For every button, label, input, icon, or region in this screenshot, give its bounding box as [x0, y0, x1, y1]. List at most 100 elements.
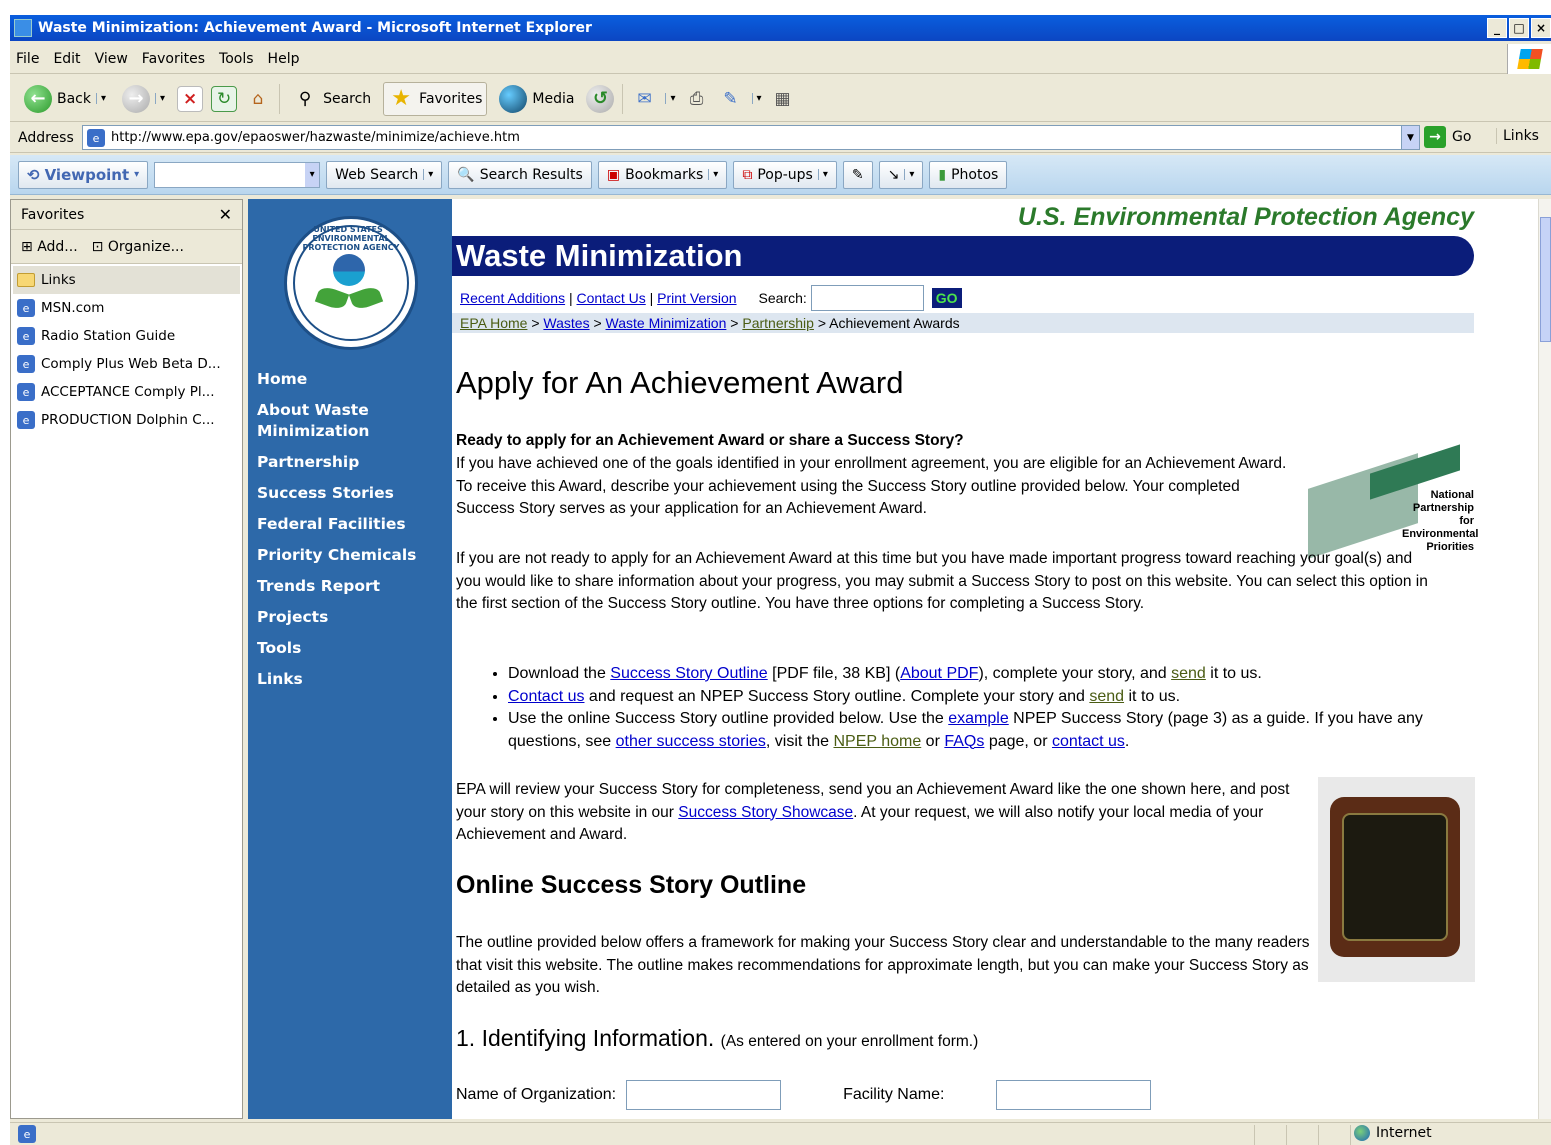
links-toolbar[interactable]: Links: [1496, 128, 1539, 144]
history-icon[interactable]: ↺: [586, 84, 615, 113]
toolbar-separator-2: [622, 83, 624, 114]
nav-success-stories[interactable]: Success Stories: [257, 483, 416, 504]
menu-file[interactable]: File: [16, 51, 39, 67]
list-text: page, or: [984, 732, 1052, 750]
contact-us-link[interactable]: Contact Us: [577, 290, 646, 306]
web-search-button[interactable]: Web Search ▾: [326, 160, 443, 189]
favorite-item[interactable]: e PRODUCTION Dolphin C...: [17, 406, 236, 434]
go-button[interactable]: → Go: [1424, 126, 1471, 148]
other-success-stories-link[interactable]: other success stories: [616, 733, 766, 750]
organize-favorites-button[interactable]: ⊡ Organize...: [92, 239, 184, 255]
organization-name-field[interactable]: [626, 1080, 782, 1110]
seal-text: UNITED STATES · ENVIRONMENTAL PROTECTION…: [302, 225, 400, 252]
back-button[interactable]: ← Back ▾: [20, 82, 110, 116]
favorite-item[interactable]: e Radio Station Guide: [17, 322, 236, 350]
photos-icon: ▮: [938, 166, 947, 183]
menu-edit[interactable]: Edit: [53, 51, 80, 67]
favorite-item[interactable]: e ACCEPTANCE Comply Pl...: [17, 378, 236, 406]
recent-additions-link[interactable]: Recent Additions: [460, 290, 565, 306]
home-icon[interactable]: ⌂: [245, 86, 271, 112]
photos-button[interactable]: ▮ Photos: [929, 160, 1008, 189]
award-plaque-image: [1318, 777, 1475, 982]
list-item: Contact us and request an NPEP Success S…: [508, 686, 1468, 709]
bookmarks-button[interactable]: ▣ Bookmarks ▾: [597, 160, 728, 189]
options-button[interactable]: ↘ ▾: [878, 160, 924, 189]
forward-button[interactable]: → ▾: [118, 82, 169, 116]
favorite-item[interactable]: Links: [13, 266, 240, 294]
left-navigation: UNITED STATES · ENVIRONMENTAL PROTECTION…: [248, 199, 452, 1119]
agency-name[interactable]: U.S. Environmental Protection Agency: [1018, 203, 1474, 232]
forward-dropdown-icon[interactable]: ▾: [155, 93, 165, 104]
nav-projects[interactable]: Projects: [257, 607, 416, 628]
popups-icon: ⧉: [742, 166, 753, 183]
back-dropdown-icon[interactable]: ▾: [96, 93, 106, 104]
favorites-close-icon[interactable]: ✕: [219, 205, 232, 224]
success-story-outline-link[interactable]: Success Story Outline: [610, 665, 767, 682]
facility-name-field[interactable]: [996, 1080, 1152, 1110]
send-link[interactable]: send: [1089, 688, 1124, 705]
edit-dropdown-icon[interactable]: ▾: [751, 93, 762, 104]
favorite-item-label: PRODUCTION Dolphin C...: [41, 412, 215, 428]
nav-home[interactable]: Home: [257, 369, 416, 390]
research-icon[interactable]: ▦: [770, 86, 796, 112]
media-button[interactable]: Media: [495, 82, 578, 116]
maximize-button[interactable]: □: [1509, 18, 1529, 38]
favorites-panel: Favorites ✕ ⊞ Add... ⊡ Organize... Links…: [10, 199, 243, 1119]
nav-tools[interactable]: Tools: [257, 638, 416, 659]
breadcrumb-epa-home[interactable]: EPA Home: [460, 315, 527, 331]
windows-flag-icon: [1516, 49, 1543, 69]
stop-icon[interactable]: ×: [177, 85, 204, 112]
toolbar-search-input[interactable]: [154, 161, 321, 188]
breadcrumb-wastes[interactable]: Wastes: [543, 315, 589, 331]
epa-seal-logo[interactable]: UNITED STATES · ENVIRONMENTAL PROTECTION…: [284, 216, 418, 350]
example-link[interactable]: example: [948, 710, 1008, 727]
menu-help[interactable]: Help: [268, 51, 300, 67]
contact-us-link-2[interactable]: contact us: [1052, 733, 1125, 750]
favorite-item[interactable]: e Comply Plus Web Beta D...: [17, 350, 236, 378]
edit-icon[interactable]: ✎: [718, 86, 744, 112]
npep-home-link[interactable]: NPEP home: [833, 733, 921, 750]
search-results-button[interactable]: 🔍 Search Results: [448, 160, 592, 189]
address-dropdown-icon[interactable]: ▼: [1401, 126, 1419, 149]
menu-view[interactable]: View: [95, 51, 128, 67]
print-version-link[interactable]: Print Version: [657, 290, 736, 306]
nav-priority-chemicals[interactable]: Priority Chemicals: [257, 545, 416, 566]
nav-trends-report[interactable]: Trends Report: [257, 576, 416, 597]
contact-us-inline-link[interactable]: Contact us: [508, 688, 584, 705]
menu-favorites[interactable]: Favorites: [142, 51, 205, 67]
nav-partnership[interactable]: Partnership: [257, 452, 416, 473]
mail-dropdown-icon[interactable]: ▾: [665, 93, 676, 104]
breadcrumb-waste-minimization[interactable]: Waste Minimization: [606, 315, 727, 331]
favorite-item[interactable]: e MSN.com: [17, 294, 236, 322]
success-story-showcase-link[interactable]: Success Story Showcase: [678, 804, 853, 821]
refresh-icon[interactable]: ↻: [211, 85, 238, 112]
breadcrumb-partnership[interactable]: Partnership: [742, 315, 814, 331]
window-controls: _ □ ×: [1487, 18, 1551, 38]
address-input[interactable]: e http://www.epa.gov/epaoswer/hazwaste/m…: [82, 125, 1420, 150]
favorites-button[interactable]: ★ Favorites: [383, 81, 488, 116]
highlight-button[interactable]: ✎: [842, 160, 873, 189]
menu-tools[interactable]: Tools: [219, 51, 254, 67]
send-link[interactable]: send: [1171, 665, 1206, 682]
faqs-link[interactable]: FAQs: [944, 733, 984, 750]
search-results-label: Search Results: [479, 166, 583, 183]
site-search-go-button[interactable]: GO: [931, 288, 962, 308]
site-search-input[interactable]: [810, 285, 924, 311]
about-pdf-link[interactable]: About PDF: [900, 665, 978, 682]
nav-about-waste-minimization[interactable]: About Waste Minimization: [257, 400, 377, 442]
scroll-thumb[interactable]: [1540, 217, 1551, 342]
nav-links-item[interactable]: Links: [257, 669, 416, 690]
add-favorite-button[interactable]: ⊞ Add...: [21, 239, 78, 255]
popups-button[interactable]: ⧉ Pop-ups ▾: [733, 160, 837, 189]
ie-app-icon: [14, 19, 32, 37]
viewpoint-button[interactable]: ⟲ Viewpoint ▾: [18, 160, 149, 189]
menu-bar: File Edit View Favorites Tools Help: [10, 44, 1551, 74]
breadcrumb-current: Achievement Awards: [829, 315, 960, 331]
print-icon[interactable]: ⎙: [684, 86, 710, 112]
mail-icon[interactable]: ✉: [631, 86, 657, 112]
vertical-scrollbar[interactable]: [1538, 199, 1551, 1119]
minimize-button[interactable]: _: [1487, 18, 1507, 38]
close-button[interactable]: ×: [1531, 18, 1551, 38]
search-button[interactable]: ⚲ Search: [288, 83, 375, 115]
nav-federal-facilities[interactable]: Federal Facilities: [257, 514, 416, 535]
